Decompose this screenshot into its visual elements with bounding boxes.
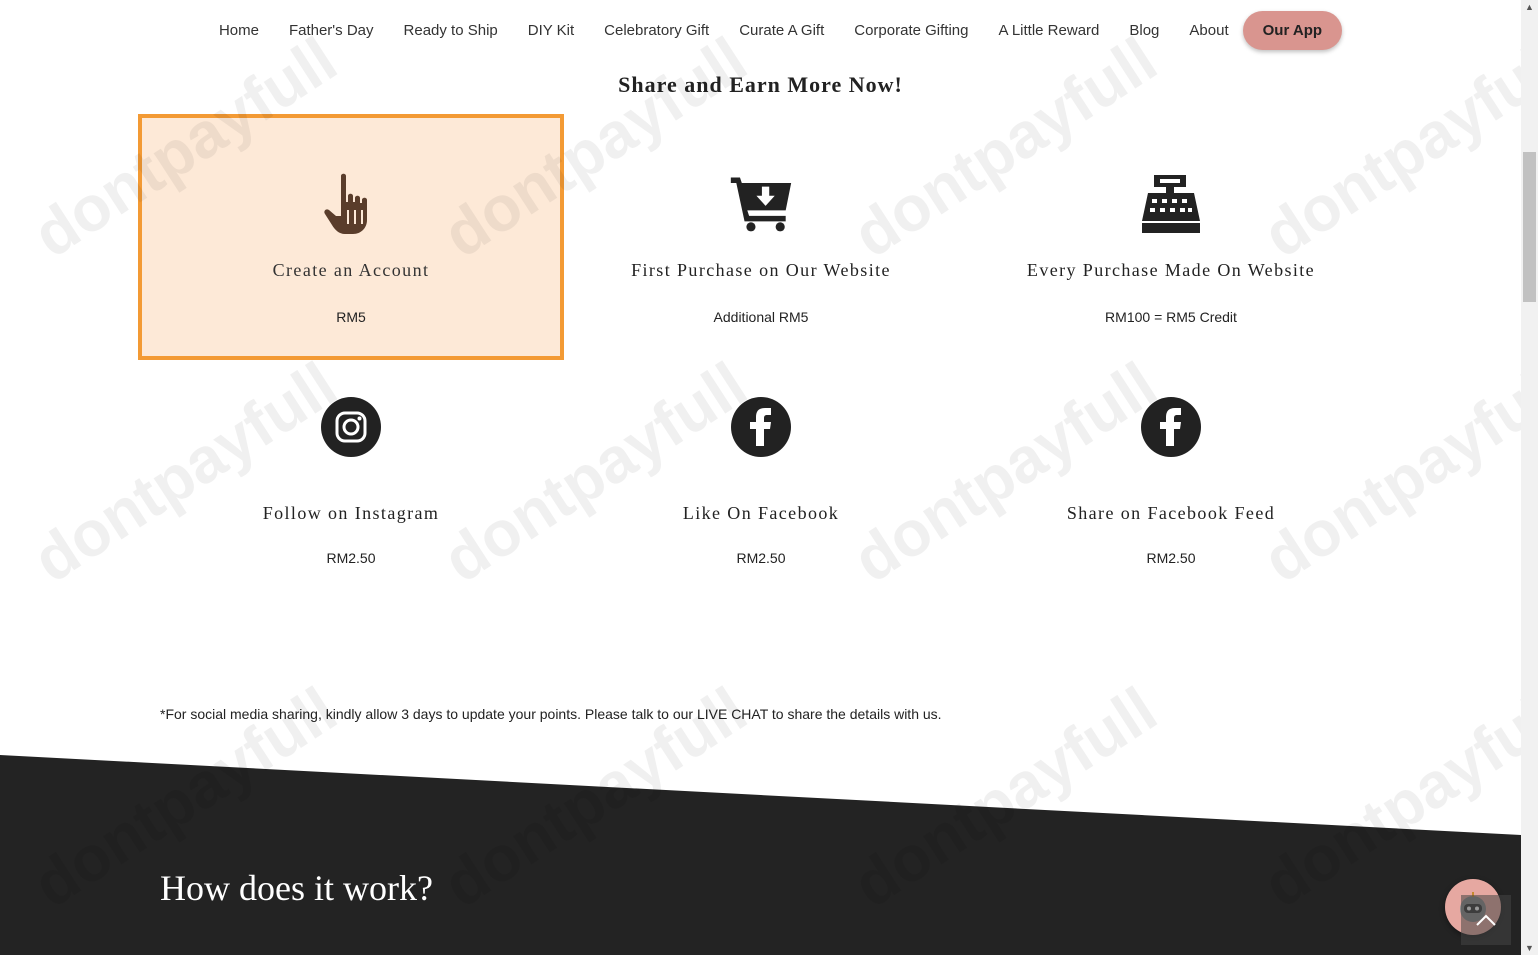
cart-download-icon [729, 172, 793, 236]
card-title: Create an Account [272, 260, 430, 280]
nav-list: Home Father's Day Ready to Ship DIY Kit … [219, 10, 1343, 50]
section-title: Share and Earn More Now! [618, 72, 903, 97]
earn-card-every-purchase[interactable]: Every Purchase Made On Website RM100 = R… [958, 114, 1384, 360]
card-amount: RM2.50 [326, 550, 376, 566]
card-amount: RM5 [336, 309, 366, 325]
nav-item-corporate-gifting[interactable]: Corporate Gifting [854, 22, 968, 39]
nav-item-blog[interactable]: Blog [1129, 22, 1159, 39]
facebook-icon [730, 396, 792, 458]
scroll-down-arrow-icon[interactable]: ▼ [1524, 943, 1535, 953]
card-amount: Additional RM5 [713, 309, 809, 325]
earn-card-share-facebook-feed[interactable]: Share on Facebook Feed RM2.50 [958, 396, 1384, 596]
instagram-icon [320, 396, 382, 458]
nav-item-celebratory-gift[interactable]: Celebratory Gift [604, 22, 709, 39]
card-amount: RM2.50 [1146, 550, 1196, 566]
earn-card-like-facebook[interactable]: Like On Facebook RM2.50 [548, 396, 974, 596]
earn-card-follow-instagram[interactable]: Follow on Instagram RM2.50 [138, 396, 564, 596]
scroll-up-arrow-icon[interactable]: ▲ [1524, 2, 1535, 12]
facebook-icon [1140, 396, 1202, 458]
page-scrollbar[interactable]: ▲ ▼ [1521, 0, 1538, 955]
card-title: Like On Facebook [682, 503, 840, 523]
card-title: First Purchase on Our Website [631, 260, 891, 280]
nav-item-diy-kit[interactable]: DIY Kit [528, 22, 574, 39]
pointing-hand-icon [319, 172, 383, 236]
card-title: Share on Facebook Feed [1066, 503, 1276, 523]
how-it-works-section [0, 755, 1521, 955]
our-app-button[interactable]: Our App [1242, 10, 1343, 50]
nav-item-home[interactable]: Home [219, 22, 259, 39]
back-to-top-button[interactable] [1461, 895, 1511, 945]
top-navigation: Home Father's Day Ready to Ship DIY Kit … [0, 0, 1521, 60]
earn-card-first-purchase[interactable]: First Purchase on Our Website Additional… [548, 114, 974, 360]
nav-item-a-little-reward[interactable]: A Little Reward [998, 22, 1099, 39]
nav-item-ready-to-ship[interactable]: Ready to Ship [404, 22, 498, 39]
chevron-up-icon [1476, 914, 1496, 926]
how-it-works-title: How does it work? [160, 868, 433, 908]
card-amount: RM2.50 [736, 550, 786, 566]
nav-item-curate-a-gift[interactable]: Curate A Gift [739, 22, 824, 39]
cash-register-icon [1139, 172, 1203, 236]
card-title: Follow on Instagram [262, 503, 440, 523]
card-title: Every Purchase Made On Website [1026, 260, 1316, 280]
nav-item-fathers-day[interactable]: Father's Day [289, 22, 374, 39]
nav-item-about[interactable]: About [1189, 22, 1228, 39]
social-sharing-footnote: *For social media sharing, kindly allow … [160, 706, 942, 722]
earn-card-create-account[interactable]: Create an Account RM5 [138, 114, 564, 360]
scrollbar-thumb[interactable] [1523, 152, 1536, 302]
card-amount: RM100 = RM5 Credit [1105, 309, 1237, 325]
